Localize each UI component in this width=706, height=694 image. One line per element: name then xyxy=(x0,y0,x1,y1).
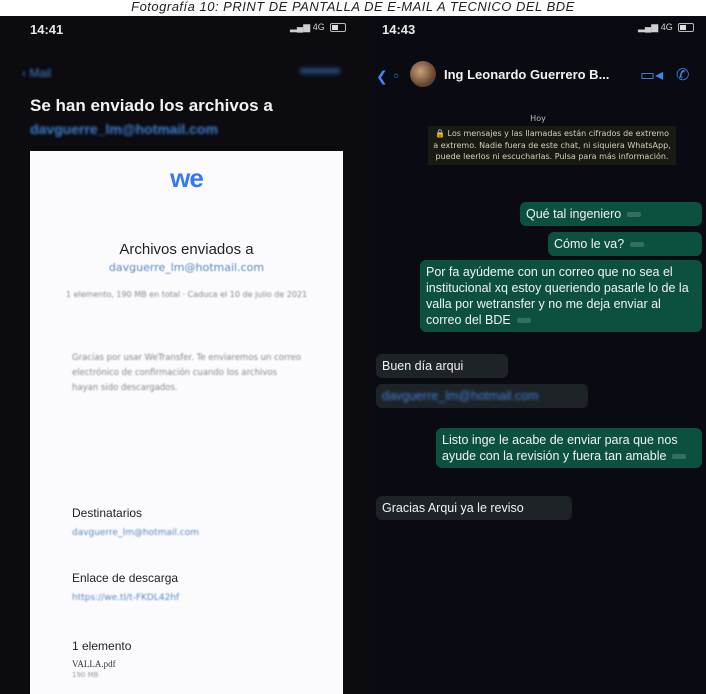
message-in[interactable]: Buen día arqui xyxy=(376,354,508,378)
message-text: Qué tal ingeniero xyxy=(526,207,622,221)
file-name: VALLA.pdf xyxy=(72,659,116,669)
message-text: Por fa ayúdeme con un correo que no sea … xyxy=(426,265,689,327)
battery-icon xyxy=(330,23,347,33)
card-fine-print: 1 elemento, 190 MB en total · Caduca el … xyxy=(65,290,308,299)
card-recipient-link[interactable]: davguerre_lm@hotmail.com xyxy=(30,261,343,274)
download-link[interactable]: https://we.tl/t-FKDL42hf xyxy=(72,593,179,603)
signal-icon: ▂▄▆ xyxy=(290,22,311,32)
battery-icon xyxy=(678,23,695,33)
email-screenshot: 14:41 ▂▄▆ 4G ‹ Mail Se han enviado los a… xyxy=(0,16,370,694)
message-out[interactable]: Por fa ayúdeme con un correo que no sea … xyxy=(420,260,702,332)
chat-header: ❮ ◦ Ing Leonardo Guerrero B... ▭◂ ✆ xyxy=(370,59,706,95)
card-paragraph: Gracias por usar WeTransfer. Te enviarem… xyxy=(72,353,302,393)
message-text: Buen día arqui xyxy=(382,359,464,373)
download-label: Enlace de descarga xyxy=(72,571,179,585)
day-label: Hoy xyxy=(530,114,546,123)
network-type: 4G xyxy=(312,22,325,32)
message-text: Gracias Arqui ya le reviso xyxy=(382,501,524,515)
recipients-label: Destinatarios xyxy=(72,506,143,520)
file-size: 190 MB xyxy=(72,671,99,679)
encryption-text: Los mensajes y las llamadas están cifrad… xyxy=(433,129,671,161)
message-text: Cómo le va? xyxy=(554,237,625,251)
avatar[interactable] xyxy=(410,61,436,87)
message-text: Listo inge le acabe de enviar para que n… xyxy=(442,433,678,463)
network-type: 4G xyxy=(660,22,673,32)
card-heading: Archivos enviados a xyxy=(119,241,254,258)
items-label: 1 elemento xyxy=(72,639,132,653)
sent-title: Se han enviado los archivos a xyxy=(30,96,273,115)
wetransfer-logo: we xyxy=(170,163,204,193)
contact-name[interactable]: Ing Leonardo Guerrero B... xyxy=(444,67,609,82)
back-button[interactable]: ‹ Mail xyxy=(22,66,51,80)
phone-call-icon[interactable]: ✆ xyxy=(676,65,689,84)
message-out[interactable]: Listo inge le acabe de enviar para que n… xyxy=(436,428,702,468)
status-time-right: 14:43 xyxy=(382,22,416,37)
status-network-right: ▂▄▆ 4G xyxy=(638,22,695,33)
status-network: ▂▄▆ 4G xyxy=(290,22,347,33)
message-in[interactable]: davguerre_lm@hotmail.com xyxy=(376,384,588,408)
message-out[interactable]: Cómo le va? xyxy=(548,232,702,256)
message-out[interactable]: Qué tal ingeniero xyxy=(520,202,702,226)
back-arrow-icon[interactable]: ❮ ◦ xyxy=(376,69,400,85)
status-time: 14:41 xyxy=(30,22,64,37)
back-label: Mail xyxy=(29,66,52,80)
recipients-value[interactable]: davguerre_lm@hotmail.com xyxy=(72,528,199,538)
toolbar-icons[interactable] xyxy=(300,68,340,74)
message-in[interactable]: Gracias Arqui ya le reviso xyxy=(376,496,572,520)
wetransfer-email-card: we Archivos enviados a davguerre_lm@hotm… xyxy=(30,151,343,694)
whatsapp-screenshot: 14:43 ▂▄▆ 4G ❮ ◦ Ing Leonardo Guerrero B… xyxy=(370,16,706,694)
sent-email-link[interactable]: davguerre_lm@hotmail.com xyxy=(30,121,218,137)
signal-icon: ▂▄▆ xyxy=(638,22,659,32)
video-call-icon[interactable]: ▭◂ xyxy=(640,65,663,84)
message-link[interactable]: davguerre_lm@hotmail.com xyxy=(382,389,539,403)
encryption-notice[interactable]: 🔒 Los mensajes y las llamadas están cifr… xyxy=(428,126,676,165)
